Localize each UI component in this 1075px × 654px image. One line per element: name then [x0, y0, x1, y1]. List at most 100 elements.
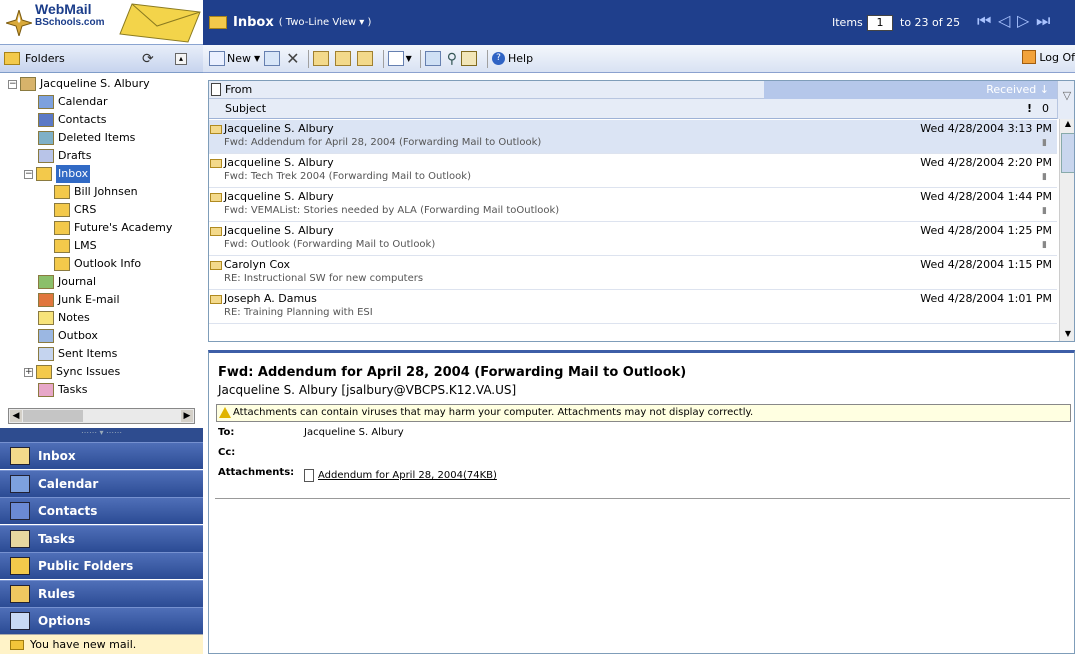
reply-all-button[interactable] — [334, 49, 353, 69]
message-row[interactable]: Carolyn Cox RE: Instructional SW for new … — [209, 256, 1068, 290]
folder-tree-item[interactable]: Outlook Info — [54, 255, 141, 273]
message-class-icon — [211, 83, 221, 96]
help-button[interactable]: ? Help — [491, 49, 533, 69]
calendar-icon — [38, 95, 54, 109]
public-folders-icon — [10, 557, 30, 575]
nav-button-tasks[interactable]: Tasks — [0, 524, 203, 552]
scroll-up-icon[interactable]: ▲ — [1061, 119, 1074, 131]
scroll-left-icon[interactable]: ◀ — [10, 410, 22, 422]
message-row[interactable]: Jacqueline S. Albury Fwd: VEMAList: Stori… — [209, 188, 1068, 222]
page-input[interactable]: 1 — [867, 15, 893, 31]
pane-splitter[interactable]: ⋯⋯ ▾ ⋯⋯ — [0, 428, 203, 442]
nav-button-options[interactable]: Options — [0, 607, 203, 634]
nav-button-public-folders[interactable]: Public Folders — [0, 552, 203, 579]
check-names-button[interactable] — [424, 49, 443, 69]
reading-pane: Fwd: Addendum for April 28, 2004 (Forwar… — [208, 350, 1075, 654]
folder-label: Contacts — [58, 113, 107, 126]
message-row[interactable]: Jacqueline S. Albury Fwd: Addendum for Ap… — [209, 120, 1068, 154]
message-from: Joseph A. Damus — [224, 292, 317, 305]
message-row[interactable]: Jacqueline S. Albury Fwd: Tech Trek 2004 … — [209, 154, 1068, 188]
nav-button-inbox[interactable]: Inbox — [0, 442, 203, 469]
nav-button-contacts[interactable]: Contacts — [0, 497, 203, 524]
folder-tree-item[interactable]: Drafts — [38, 147, 91, 165]
folder-label: Outlook Info — [74, 257, 142, 270]
folder-tree-item[interactable]: Deleted Items — [38, 129, 135, 147]
scroll-thumb[interactable] — [1061, 133, 1074, 173]
new-mail-notification[interactable]: You have new mail. — [0, 634, 203, 654]
list-vertical-scrollbar[interactable]: ▲ ▼ — [1059, 119, 1074, 341]
previous-page-icon[interactable]: ◁ — [998, 11, 1010, 30]
first-page-icon[interactable]: ⏮ — [977, 11, 991, 31]
logo: WebMail BSchools.com — [0, 0, 203, 45]
move-button[interactable] — [264, 49, 282, 69]
collapse-icon[interactable]: − — [8, 80, 17, 89]
expand-icon[interactable]: + — [24, 368, 33, 377]
folder-tree-item[interactable]: Calendar — [38, 93, 107, 111]
received-column-header[interactable]: Received ↓ — [764, 81, 1057, 99]
folder-tree-item[interactable]: Outbox — [38, 327, 98, 345]
folder-tree-item[interactable]: Journal — [38, 273, 96, 291]
scroll-thumb[interactable] — [23, 410, 83, 422]
folders-label: Folders — [25, 52, 65, 65]
attachment-link[interactable]: Addendum for April 28, 2004(74KB) — [304, 469, 497, 482]
refresh-icon[interactable]: ⟳ — [142, 51, 154, 67]
attachment-column-icon[interactable]: 0 — [1042, 102, 1049, 115]
scroll-right-icon[interactable]: ▶ — [181, 410, 193, 422]
folder-tree-item[interactable]: Future's Academy — [54, 219, 172, 237]
message-received: Wed 4/28/2004 3:13 PM — [920, 122, 1052, 135]
nav-button-label: Calendar — [38, 476, 99, 491]
nav-button-rules[interactable]: Rules — [0, 579, 203, 607]
owa-window: WebMail BSchools.com Folders ⟳ ▴ − Jacque… — [0, 0, 1075, 654]
reply-button[interactable] — [312, 49, 331, 69]
message-received: Wed 4/28/2004 1:44 PM — [920, 190, 1052, 203]
folder-tree-item[interactable]: CRS — [54, 201, 96, 219]
flag-icon: ▽ — [1062, 89, 1072, 102]
subject-column-header[interactable]: Subject — [225, 102, 266, 115]
mailbox-icon — [20, 77, 36, 91]
folder-tree-item[interactable]: Contacts — [38, 111, 107, 129]
log-off-button[interactable]: Log Of — [1022, 50, 1075, 64]
folder-tree-item[interactable]: Sync Issues — [36, 363, 120, 381]
chevron-down-icon[interactable]: ▼ — [406, 54, 412, 63]
last-page-icon[interactable]: ⏭ — [1036, 11, 1050, 31]
collapse-pane-button[interactable]: ▴ — [175, 53, 187, 65]
folder-tree-item[interactable]: Bill Johnsen — [54, 183, 138, 201]
folder-label: Journal — [58, 275, 97, 288]
read-envelope-icon — [210, 193, 222, 202]
folder-tree-item[interactable]: LMS — [54, 237, 97, 255]
folders-header: Folders ⟳ ▴ — [0, 45, 203, 73]
attachment-name: Addendum for April 28, 2004(74KB) — [318, 470, 497, 481]
toolbar: New ▼ ✕ ▼ ⚲ ? Help Log Of — [203, 45, 1075, 73]
folder-tree-item[interactable]: Inbox — [36, 165, 91, 183]
new-button[interactable]: New ▼ — [209, 49, 260, 69]
folder-label: Junk E-mail — [58, 293, 120, 306]
next-page-icon[interactable]: ▷ — [1017, 11, 1029, 30]
folder-tree-item[interactable]: Notes — [38, 309, 90, 327]
folder-tree-item[interactable]: Jacqueline S. Albury — [20, 75, 150, 93]
importance-column-icon[interactable]: ! — [1027, 102, 1032, 115]
folder-title: Inbox — [233, 15, 274, 30]
folder-tree-item[interactable]: Sent Items — [38, 345, 117, 363]
scroll-down-icon[interactable]: ▼ — [1061, 329, 1074, 341]
forward-button[interactable] — [356, 49, 375, 69]
find-button[interactable]: ⚲ — [447, 49, 457, 69]
delete-button[interactable]: ✕ — [286, 49, 299, 69]
folder-tree-item[interactable]: Junk E-mail — [38, 291, 120, 309]
folder-label: Inbox — [56, 165, 91, 183]
view-button[interactable]: ▼ — [387, 49, 412, 69]
nav-button-calendar[interactable]: Calendar — [0, 469, 203, 497]
message-row[interactable]: Joseph A. Damus RE: Training Planning wit… — [209, 290, 1068, 324]
view-selector[interactable]: ( Two-Line View ▾ ) — [279, 17, 372, 28]
folder-icon — [36, 365, 52, 379]
address-book-button[interactable] — [460, 49, 479, 69]
nav-button-label: Contacts — [38, 504, 98, 518]
message-row[interactable]: Jacqueline S. Albury Fwd: Outlook (Forwar… — [209, 222, 1068, 256]
folder-tree-item[interactable]: Tasks — [38, 381, 87, 399]
chevron-down-icon[interactable]: ▼ — [254, 54, 260, 63]
collapse-icon[interactable]: − — [24, 170, 33, 179]
from-column-header[interactable]: From — [225, 83, 252, 96]
tasks-icon — [10, 529, 30, 548]
tree-horizontal-scrollbar[interactable]: ◀ ▶ — [8, 408, 195, 424]
toolbar-separator — [486, 49, 488, 68]
flag-column-header[interactable]: ▽ — [1057, 81, 1074, 119]
